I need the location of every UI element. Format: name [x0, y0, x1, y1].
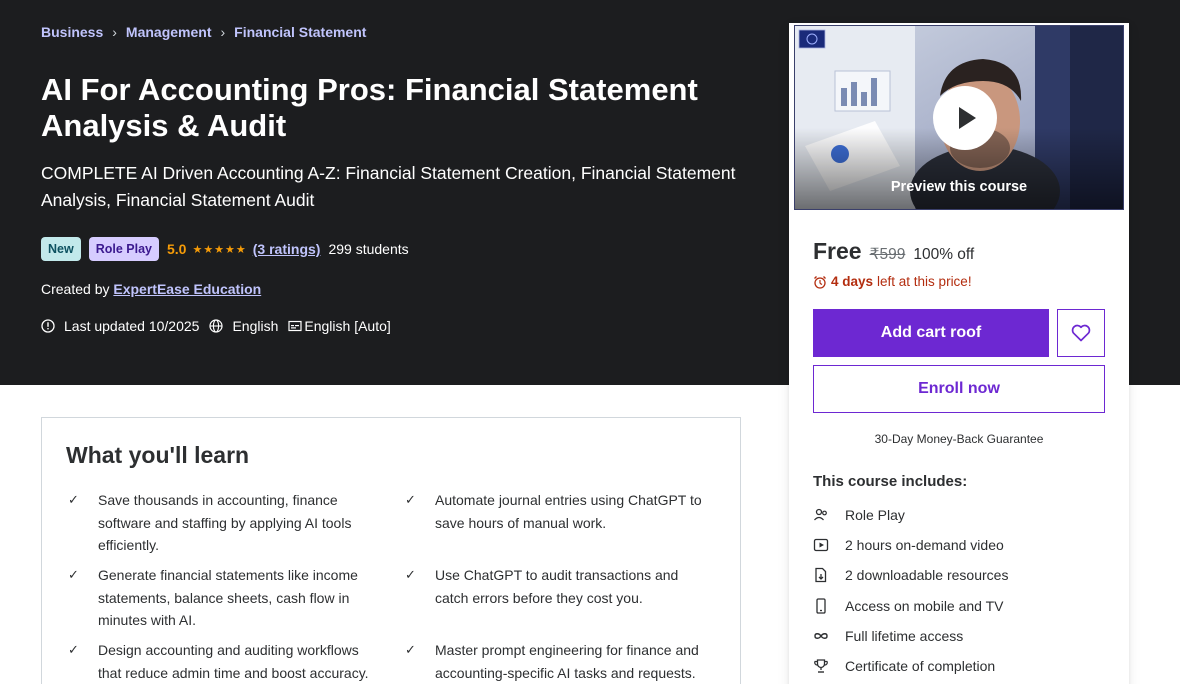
- include-label: Full lifetime access: [845, 628, 964, 644]
- breadcrumb-financial-statement[interactable]: Financial Statement: [234, 24, 366, 40]
- last-updated: Last updated 10/2025: [41, 318, 199, 334]
- author-link[interactable]: ExpertEase Education: [113, 281, 261, 297]
- check-icon: ✓: [68, 567, 79, 582]
- chevron-right-icon: ›: [220, 24, 226, 40]
- mobile-icon: [816, 598, 826, 614]
- enroll-now-button[interactable]: Enroll now: [813, 365, 1105, 413]
- timer-text: left at this price!: [877, 274, 972, 289]
- breadcrumb: Business › Management › Financial Statem…: [41, 24, 366, 40]
- include-label: 2 downloadable resources: [845, 567, 1009, 583]
- language-text: English: [232, 318, 279, 334]
- chevron-right-icon: ›: [112, 24, 117, 40]
- breadcrumb-management[interactable]: Management: [126, 24, 212, 40]
- price-row: Free ₹599 100% off: [813, 238, 974, 265]
- alert-clock-icon: [41, 319, 55, 333]
- student-count: 299 students: [328, 241, 409, 257]
- preview-label[interactable]: Preview this course: [795, 179, 1123, 195]
- course-meta: Last updated 10/2025 English English [Au…: [41, 318, 401, 334]
- learn-item: ✓ Design accounting and auditing workflo…: [68, 639, 378, 684]
- discount-percent: 100% off: [913, 246, 975, 263]
- learn-item-text: Design accounting and auditing workflows…: [98, 642, 369, 681]
- learn-heading: What you'll learn: [66, 442, 250, 468]
- current-price: Free: [813, 238, 862, 264]
- course-subtitle: COMPLETE AI Driven Accounting A-Z: Finan…: [41, 163, 736, 210]
- trophy-icon: [814, 659, 828, 673]
- check-icon: ✓: [68, 492, 79, 507]
- learn-item: ✓ Automate journal entries using ChatGPT…: [405, 489, 715, 534]
- language: English: [209, 318, 278, 334]
- rating-value: 5.0: [166, 241, 187, 257]
- learn-item-text: Automate journal entries using ChatGPT t…: [435, 492, 702, 531]
- captions: English [Auto]: [288, 318, 391, 334]
- globe-icon: [209, 319, 224, 333]
- learn-item: ✓ Use ChatGPT to audit transactions and …: [405, 564, 715, 609]
- check-icon: ✓: [405, 492, 416, 507]
- alarm-clock-icon: [814, 275, 826, 289]
- role-play-icon: [814, 508, 827, 521]
- infinity-icon: [814, 633, 828, 639]
- add-to-cart-button[interactable]: Add cart roof: [813, 309, 1049, 357]
- breadcrumb-business[interactable]: Business: [41, 24, 103, 40]
- money-back-guarantee: 30-Day Money-Back Guarantee: [874, 432, 1044, 446]
- include-role-play: Role Play: [813, 507, 905, 523]
- rating-row: New Role Play 5.0 ★★★★★ (3 ratings) 299 …: [41, 237, 409, 261]
- include-lifetime: Full lifetime access: [813, 628, 963, 644]
- play-icon[interactable]: [933, 86, 997, 150]
- learn-item: ✓ Generate financial statements like inc…: [68, 564, 378, 632]
- download-icon: [815, 567, 827, 583]
- learn-item-text: Save thousands in accounting, finance so…: [98, 492, 352, 553]
- created-by: Created by ExpertEase Education: [41, 281, 261, 297]
- video-icon: [813, 538, 829, 552]
- learn-item-text: Generate financial statements like incom…: [98, 567, 358, 628]
- learn-item-text: Master prompt engineering for finance an…: [435, 642, 699, 681]
- include-label: Certificate of completion: [845, 658, 996, 674]
- last-updated-text: Last updated 10/2025: [64, 318, 200, 334]
- timer-days: 4 days: [831, 274, 874, 289]
- check-icon: ✓: [68, 642, 79, 657]
- check-icon: ✓: [405, 567, 416, 582]
- closed-captions-icon: [288, 320, 302, 332]
- check-icon: ✓: [405, 642, 416, 657]
- include-mobile: Access on mobile and TV: [813, 598, 1004, 614]
- include-label: 2 hours on-demand video: [845, 537, 1004, 553]
- learn-item: ✓ Master prompt engineering for finance …: [405, 639, 715, 684]
- learn-item-text: Use ChatGPT to audit transactions and ca…: [435, 567, 679, 606]
- include-label: Role Play: [845, 507, 905, 523]
- include-label: Access on mobile and TV: [845, 598, 1004, 614]
- wishlist-button[interactable]: [1057, 309, 1105, 357]
- heart-icon: [1071, 324, 1091, 342]
- original-price: ₹599: [869, 246, 906, 263]
- discount-timer: 4 days left at this price!: [813, 274, 972, 289]
- created-by-label: Created by: [41, 281, 110, 297]
- includes-heading: This course includes:: [813, 473, 968, 490]
- role-play-badge: Role Play: [88, 237, 159, 261]
- include-certificate: Certificate of completion: [813, 658, 995, 674]
- what-youll-learn: What you'll learn ✓ Save thousands in ac…: [41, 417, 741, 684]
- learn-item: ✓ Save thousands in accounting, finance …: [68, 489, 378, 557]
- captions-text: English [Auto]: [304, 318, 391, 334]
- star-rating-icon: ★★★★★: [192, 243, 247, 256]
- include-downloads: 2 downloadable resources: [813, 567, 1008, 583]
- purchase-card: Preview this course Free ₹599 100% off 4…: [789, 23, 1129, 684]
- new-badge: New: [41, 237, 81, 261]
- ratings-link[interactable]: (3 ratings): [253, 241, 321, 257]
- course-preview[interactable]: Preview this course: [794, 25, 1124, 210]
- include-video: 2 hours on-demand video: [813, 537, 1004, 553]
- course-title: AI For Accounting Pros: Financial Statem…: [41, 72, 698, 143]
